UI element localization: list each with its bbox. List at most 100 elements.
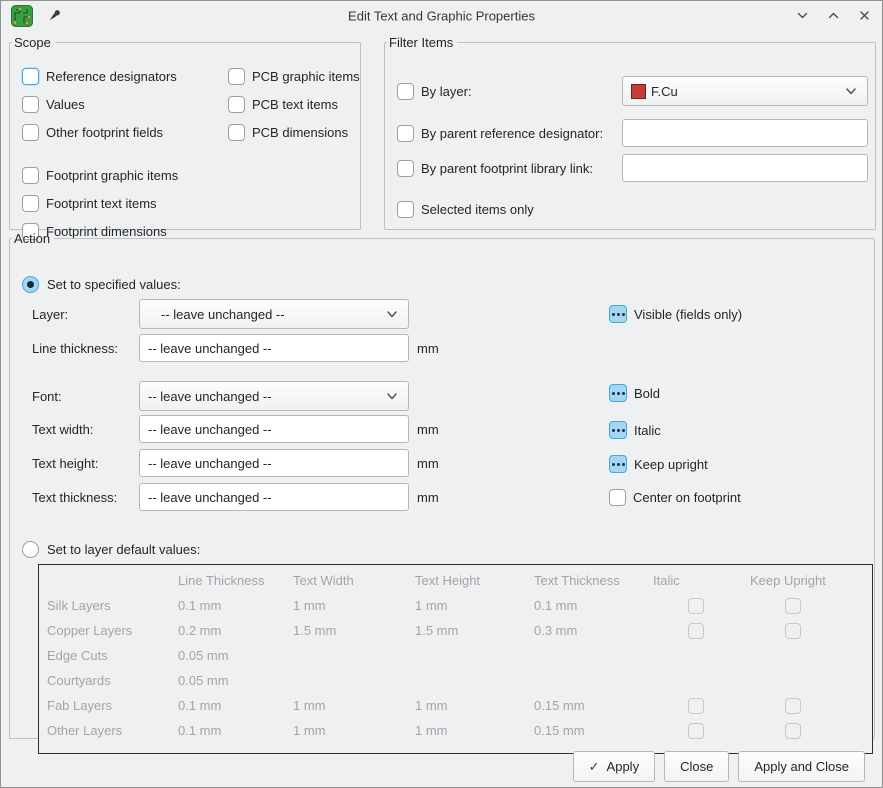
chevron-down-icon [385, 389, 399, 403]
action-legend: Action [12, 231, 54, 246]
other-keep-upright-checkbox[interactable] [785, 723, 801, 739]
font-dropdown[interactable]: -- leave unchanged -- [139, 381, 409, 411]
scope-legend: Scope [12, 35, 55, 50]
scope-footprint-graphic-items[interactable]: Footprint graphic items [22, 166, 178, 184]
row-label-edge-cuts: Edge Cuts [39, 643, 178, 668]
apply-and-close-button[interactable]: Apply and Close [738, 751, 865, 782]
set-specified-values-radio-row[interactable]: Set to specified values: [22, 275, 181, 293]
edit-text-graphic-properties-dialog: Edit Text and Graphic Properties Scope R… [0, 0, 883, 788]
scope-other-footprint-fields[interactable]: Other footprint fields [22, 123, 178, 141]
row-label-courtyards: Courtyards [39, 668, 178, 693]
silk-keep-upright-checkbox[interactable] [785, 598, 801, 614]
font-field-label: Font: [32, 389, 139, 404]
close-button[interactable]: Close [664, 751, 729, 782]
text-thickness-input[interactable] [139, 483, 409, 511]
scope-pcb-text-items[interactable]: PCB text items [228, 95, 360, 113]
table-cell: 0.3 mm [534, 618, 653, 643]
pcb-text-items-checkbox[interactable] [228, 96, 245, 113]
pin-icon[interactable] [45, 7, 63, 25]
table-cell: 1 mm [293, 693, 415, 718]
pcb-dimensions-checkbox[interactable] [228, 124, 245, 141]
table-cell: 1.5 mm [293, 618, 415, 643]
action-group: Action Set to specified values: Layer: -… [9, 231, 875, 739]
table-cell: 0.1 mm [534, 593, 653, 618]
fab-keep-upright-checkbox[interactable] [785, 698, 801, 714]
center-on-footprint-row[interactable]: Center on footprint [609, 488, 741, 506]
set-specified-values-radio[interactable] [22, 276, 39, 293]
footprint-text-items-checkbox[interactable] [22, 195, 39, 212]
text-thickness-unit: mm [417, 490, 439, 505]
table-header-line-thickness: Line Thickness [178, 568, 293, 593]
row-label-copper-layers: Copper Layers [39, 618, 178, 643]
layer-filter-dropdown[interactable]: F.Cu [622, 76, 868, 106]
silk-italic-checkbox[interactable] [688, 598, 704, 614]
table-cell: 1.5 mm [415, 618, 534, 643]
italic-toggle-row[interactable]: Italic [609, 421, 661, 439]
filter-by-parent-lib[interactable]: By parent footprint library link: [397, 159, 593, 177]
fab-italic-checkbox[interactable] [688, 698, 704, 714]
keep-upright-label: Keep upright [634, 457, 708, 472]
line-thickness-input[interactable] [139, 334, 409, 362]
table-header-italic: Italic [653, 568, 750, 593]
scope-footprint-text-items[interactable]: Footprint text items [22, 194, 178, 212]
table-header-blank [39, 568, 178, 593]
table-cell: 0.05 mm [178, 643, 293, 668]
copper-italic-checkbox[interactable] [688, 623, 704, 639]
pcb-graphic-items-label: PCB graphic items [252, 69, 360, 84]
bold-tristate-checkbox[interactable] [609, 384, 627, 402]
close-button-label: Close [680, 759, 713, 774]
scope-pcb-dimensions[interactable]: PCB dimensions [228, 123, 360, 141]
text-thickness-field-label: Text thickness: [32, 490, 139, 505]
footprint-graphic-items-checkbox[interactable] [22, 167, 39, 184]
line-thickness-field-label: Line thickness: [32, 341, 139, 356]
italic-tristate-checkbox[interactable] [609, 421, 627, 439]
filter-by-parent-ref[interactable]: By parent reference designator: [397, 124, 603, 142]
set-layer-defaults-radio-row[interactable]: Set to layer default values: [22, 540, 200, 558]
values-checkbox[interactable] [22, 96, 39, 113]
visible-toggle-row[interactable]: Visible (fields only) [609, 305, 742, 323]
check-icon: ✓ [589, 759, 600, 775]
other-italic-checkbox[interactable] [688, 723, 704, 739]
bold-toggle-row[interactable]: Bold [609, 384, 660, 402]
by-parent-ref-checkbox[interactable] [397, 125, 414, 142]
keep-upright-toggle-row[interactable]: Keep upright [609, 455, 708, 473]
filter-selected-items-only[interactable]: Selected items only [397, 200, 534, 218]
row-label-fab-layers: Fab Layers [39, 693, 178, 718]
unshade-button-chevron-up-icon[interactable] [826, 8, 841, 23]
center-on-footprint-checkbox[interactable] [609, 489, 626, 506]
fcu-color-swatch [631, 84, 646, 99]
row-label-silk-layers: Silk Layers [39, 593, 178, 618]
keep-upright-tristate-checkbox[interactable] [609, 455, 627, 473]
table-header-text-height: Text Height [415, 568, 534, 593]
pcb-dimensions-label: PCB dimensions [252, 125, 348, 140]
dialog-button-bar: ✓ Apply Close Apply and Close [573, 751, 865, 782]
scope-values[interactable]: Values [22, 95, 178, 113]
text-height-field-label: Text height: [32, 456, 139, 471]
text-width-input[interactable] [139, 415, 409, 443]
pcb-graphic-items-checkbox[interactable] [228, 68, 245, 85]
titlebar[interactable]: Edit Text and Graphic Properties [1, 1, 882, 30]
parent-lib-input[interactable] [622, 154, 868, 182]
text-height-input[interactable] [139, 449, 409, 477]
shade-button-chevron-down-icon[interactable] [795, 8, 810, 23]
other-footprint-fields-checkbox[interactable] [22, 124, 39, 141]
parent-ref-input[interactable] [622, 119, 868, 147]
by-parent-lib-checkbox[interactable] [397, 160, 414, 177]
apply-button-label: Apply [607, 759, 640, 774]
selected-items-only-checkbox[interactable] [397, 201, 414, 218]
scope-reference-designators[interactable]: Reference designators [22, 67, 178, 85]
filter-by-layer[interactable]: By layer: [397, 82, 472, 100]
by-layer-checkbox[interactable] [397, 83, 414, 100]
apply-button[interactable]: ✓ Apply [573, 751, 655, 782]
visible-tristate-checkbox[interactable] [609, 305, 627, 323]
scope-pcb-graphic-items[interactable]: PCB graphic items [228, 67, 360, 85]
set-layer-defaults-radio[interactable] [22, 541, 39, 558]
text-height-unit: mm [417, 456, 439, 471]
table-cell: 0.15 mm [534, 718, 653, 743]
table-cell: 0.1 mm [178, 693, 293, 718]
scope-group: Scope Reference designators Values Other… [9, 35, 361, 230]
copper-keep-upright-checkbox[interactable] [785, 623, 801, 639]
layer-dropdown[interactable]: -- leave unchanged -- [139, 299, 409, 329]
close-button-x-icon[interactable] [857, 8, 872, 23]
reference-designators-checkbox[interactable] [22, 68, 39, 85]
